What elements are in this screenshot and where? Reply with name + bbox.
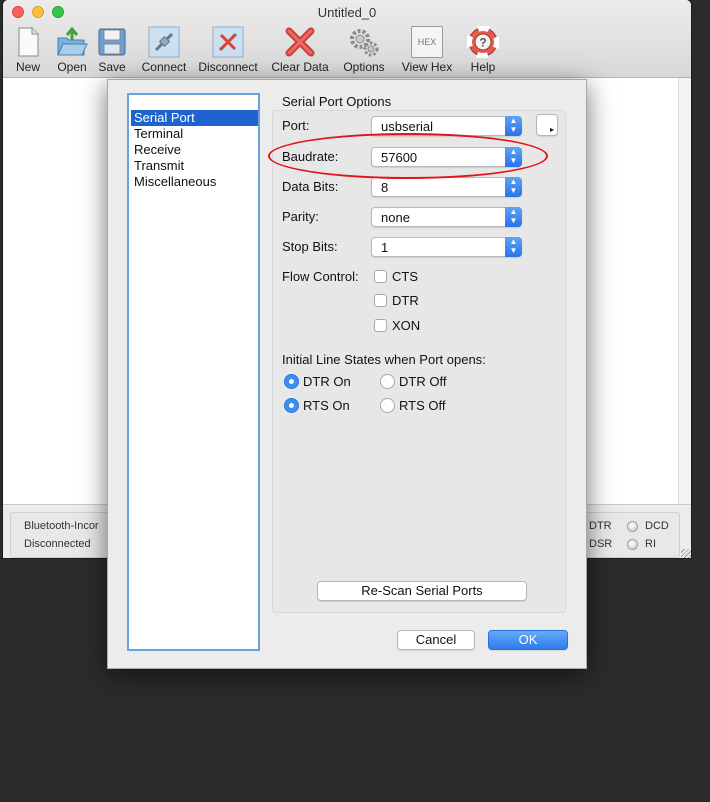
toolbar-options-button[interactable]: Options xyxy=(340,24,388,76)
title-toolbar: Untitled_0 New Open Save Connect Disconn… xyxy=(3,0,691,78)
status-ri-label: RI xyxy=(645,538,656,550)
rts-off-label[interactable]: RTS Off xyxy=(399,398,445,413)
ok-button[interactable]: OK xyxy=(488,630,568,650)
rts-on-label[interactable]: RTS On xyxy=(303,398,350,413)
toolbar-disconnect-button[interactable]: Disconnect xyxy=(196,24,260,76)
toolbar-label: Disconnect xyxy=(198,60,258,74)
data-bits-label: Data Bits: xyxy=(282,179,339,194)
select-arrows-icon: ▲ ▼ xyxy=(505,177,522,197)
toolbar-view-hex-button[interactable]: HEX View Hex xyxy=(399,24,455,76)
stop-bits-label: Stop Bits: xyxy=(282,239,338,254)
rts-off-radio[interactable] xyxy=(380,398,395,413)
port-browse-button[interactable]: ▸ xyxy=(536,114,558,136)
data-bits-select[interactable]: 8 ▲ ▼ xyxy=(371,177,522,197)
select-arrows-icon: ▲ ▼ xyxy=(505,207,522,227)
dtr-off-label[interactable]: DTR Off xyxy=(399,374,446,389)
category-transmit[interactable]: Transmit xyxy=(131,158,258,174)
parity-value: none xyxy=(381,210,410,225)
category-terminal[interactable]: Terminal xyxy=(131,126,258,142)
cancel-button[interactable]: Cancel xyxy=(397,630,475,650)
toolbar-open-button[interactable]: Open xyxy=(52,24,92,76)
select-arrows-icon: ▲ ▼ xyxy=(505,237,522,257)
toolbar-label: Options xyxy=(343,60,385,74)
rts-on-radio[interactable] xyxy=(284,398,299,413)
baudrate-value: 57600 xyxy=(381,150,418,165)
status-dtr-label: DTR xyxy=(589,520,612,532)
port-value: usbserial xyxy=(381,119,434,134)
status-port-name: Bluetooth-Incor xyxy=(24,520,99,532)
section-title: Serial Port Options xyxy=(282,94,392,109)
stop-bits-select[interactable]: 1 ▲ ▼ xyxy=(371,237,522,257)
stop-bits-value: 1 xyxy=(381,240,389,255)
gears-icon xyxy=(350,29,379,57)
status-connection: Disconnected xyxy=(24,538,91,550)
cts-label[interactable]: CTS xyxy=(392,269,418,284)
toolbar-label: Help xyxy=(470,60,496,74)
svg-text:?: ? xyxy=(479,36,486,50)
dtr-checkbox[interactable] xyxy=(374,294,387,307)
select-arrows-icon: ▲ ▼ xyxy=(505,116,522,136)
toolbar-label: New xyxy=(15,60,40,74)
window-title: Untitled_0 xyxy=(317,5,377,20)
data-bits-value: 8 xyxy=(381,180,389,195)
port-select[interactable]: usbserial ▲ ▼ xyxy=(371,116,522,136)
toolbar-label: Save xyxy=(98,60,126,74)
toolbar-save-button[interactable]: Save xyxy=(94,24,130,76)
options-dialog: Serial Port Terminal Receive Transmit Mi… xyxy=(107,79,587,669)
xon-checkbox[interactable] xyxy=(374,319,387,332)
baudrate-select[interactable]: 57600 ▲ ▼ xyxy=(371,147,522,167)
dcd-indicator-icon xyxy=(627,521,638,532)
toolbar-label: Open xyxy=(57,60,87,74)
dtr-label[interactable]: DTR xyxy=(392,293,419,308)
xon-label[interactable]: XON xyxy=(392,318,420,333)
open-folder-icon xyxy=(57,26,88,56)
select-arrows-icon: ▲ ▼ xyxy=(505,147,522,167)
toolbar-clear-data-button[interactable]: Clear Data xyxy=(270,24,330,76)
rescan-serial-ports-button[interactable]: Re-Scan Serial Ports xyxy=(317,581,527,601)
hex-icon: HEX xyxy=(411,26,443,58)
flow-control-label: Flow Control: xyxy=(282,269,359,284)
connect-plug-icon xyxy=(148,26,180,58)
clear-x-icon xyxy=(285,27,315,57)
toolbar-new-button[interactable]: New xyxy=(10,24,46,76)
category-miscellaneous[interactable]: Miscellaneous xyxy=(131,174,258,190)
disconnect-plug-icon xyxy=(212,26,244,58)
toolbar-connect-button[interactable]: Connect xyxy=(140,24,188,76)
category-receive[interactable]: Receive xyxy=(131,142,258,158)
dtr-on-label[interactable]: DTR On xyxy=(303,374,351,389)
dtr-off-radio[interactable] xyxy=(380,374,395,389)
category-serial-port[interactable]: Serial Port xyxy=(131,110,258,126)
parity-label: Parity: xyxy=(282,209,319,224)
toolbar-help-button[interactable]: ? Help xyxy=(463,24,503,76)
dtr-on-radio[interactable] xyxy=(284,374,299,389)
status-dsr-label: DSR xyxy=(589,538,613,550)
port-label: Port: xyxy=(282,118,310,133)
line-states-title: Initial Line States when Port opens: xyxy=(282,352,486,367)
ri-indicator-icon xyxy=(627,539,638,550)
browse-arrow-icon: ▸ xyxy=(549,125,554,134)
category-list[interactable]: Serial Port Terminal Receive Transmit Mi… xyxy=(127,93,260,651)
new-document-icon xyxy=(18,27,39,57)
parity-select[interactable]: none ▲ ▼ xyxy=(371,207,522,227)
toolbar-label: Clear Data xyxy=(271,60,329,74)
save-floppy-icon xyxy=(98,28,126,56)
resize-grip-icon[interactable] xyxy=(681,549,691,558)
terminal-scrollbar[interactable] xyxy=(678,78,691,504)
cts-checkbox[interactable] xyxy=(374,270,387,283)
toolbar-label: Connect xyxy=(141,60,187,74)
baudrate-label: Baudrate: xyxy=(282,149,339,164)
status-dcd-label: DCD xyxy=(645,520,669,532)
lifebuoy-icon: ? xyxy=(467,26,499,58)
toolbar-label: View Hex xyxy=(401,60,453,74)
